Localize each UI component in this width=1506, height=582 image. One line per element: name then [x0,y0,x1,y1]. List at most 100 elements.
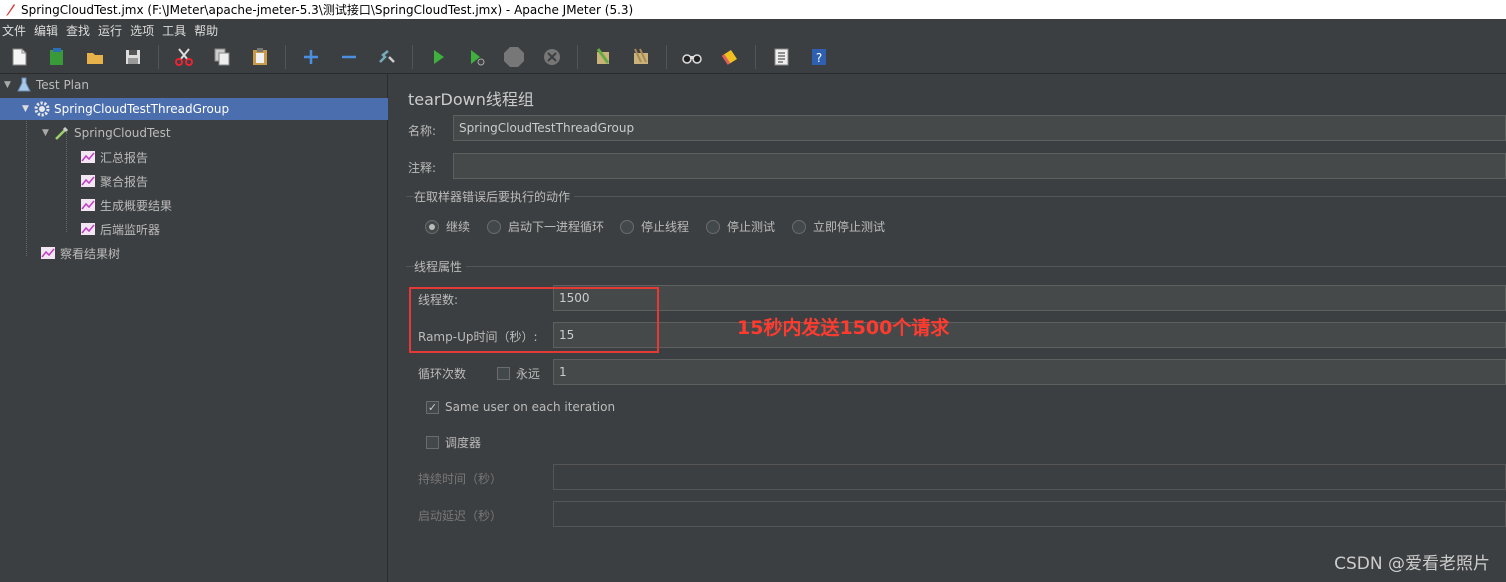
tree-label: 后端监听器 [100,222,161,237]
group-divider [406,266,1506,267]
collapse-icon[interactable] [336,44,362,70]
same-user-checkbox[interactable]: ✓ Same user on each iteration [426,400,615,414]
page-title: tearDown线程组 [408,90,534,109]
expand-toggle-icon[interactable]: ▼ [4,80,16,90]
stop-icon[interactable] [501,44,527,70]
rampup-field[interactable]: 15 [553,322,1506,348]
toolbar-separator [755,45,756,69]
new-icon[interactable] [6,44,32,70]
start-icon[interactable] [425,44,451,70]
chart-icon [41,247,55,259]
menu-search[interactable]: 查找 [66,22,90,39]
tree-node-listener[interactable]: 汇总报告 [80,146,148,168]
tree-label: 聚合报告 [100,174,149,189]
templates-icon[interactable] [44,44,70,70]
toolbar: ? [0,41,1506,74]
duration-field[interactable] [553,464,1506,490]
cut-icon[interactable] [171,44,197,70]
function-helper-icon[interactable] [768,44,794,70]
chart-icon [81,151,95,163]
window-titlebar: SpringCloudTest.jmx (F:\JMeter\apache-jm… [0,0,1506,19]
menu-help[interactable]: 帮助 [194,22,218,39]
toggle-icon[interactable] [374,44,400,70]
tree-label: 察看结果树 [60,246,121,261]
tree-node-listener[interactable]: 后端监听器 [80,218,160,240]
error-action-group-title: 在取样器错误后要执行的动作 [414,188,575,205]
flask-icon [17,77,31,92]
start-no-pause-icon[interactable] [463,44,489,70]
name-label: 名称: [408,124,437,138]
clear-all-icon[interactable] [628,44,654,70]
tree-node-listener[interactable]: 聚合报告 [80,170,148,192]
tree-label: 汇总报告 [100,150,149,165]
tree-label: 生成概要结果 [100,198,173,213]
radio-stop-test[interactable]: 停止测试 [706,218,775,235]
radio-start-next-loop[interactable]: 启动下一进程循环 [487,218,604,235]
tree-node-sampler[interactable]: ▼ SpringCloudTest [42,122,171,144]
expand-icon[interactable] [298,44,324,70]
tree-label: SpringCloudTest [74,126,171,140]
window-title: SpringCloudTest.jmx (F:\JMeter\apache-jm… [21,3,634,17]
menu-run[interactable]: 运行 [98,22,122,39]
radio-stop-test-now[interactable]: 立即停止测试 [792,218,885,235]
tree-node-listener[interactable]: 生成概要结果 [80,194,172,216]
toolbar-separator [666,45,667,69]
checkbox-indicator: ✓ [426,400,439,414]
forever-checkbox[interactable]: 永远 [497,365,540,382]
radio-label: 立即停止测试 [813,220,886,234]
tree-node-test-plan[interactable]: ▼ Test Plan [4,74,89,96]
comment-label: 注释: [408,161,437,175]
search-icon[interactable] [679,44,705,70]
expand-toggle-icon[interactable]: ▼ [42,128,54,138]
checkbox-label: 永远 [516,367,541,381]
checkbox-label: Same user on each iteration [445,400,616,414]
tree-guide-line [26,108,27,256]
radio-continue[interactable]: 继续 [425,218,470,235]
duration-label: 持续时间（秒） [418,472,503,486]
menu-bar: 文件 编辑 查找 运行 选项 工具 帮助 [0,19,1506,41]
save-icon[interactable] [120,44,146,70]
paste-icon[interactable] [247,44,273,70]
name-field[interactable]: SpringCloudTestThreadGroup [453,115,1506,141]
menu-tools[interactable]: 工具 [162,22,186,39]
loop-label: 循环次数 [418,367,467,381]
open-icon[interactable] [82,44,108,70]
annotation-highlight-box [409,287,659,353]
delay-label: 启动延迟（秒） [418,509,503,523]
radio-indicator [425,219,439,234]
delay-field[interactable] [553,501,1506,527]
menu-edit[interactable]: 编辑 [34,22,58,39]
chart-icon [81,223,95,235]
tree-node-thread-group[interactable]: ▼ SpringCloudTestThreadGroup [0,98,388,120]
shutdown-icon[interactable] [539,44,565,70]
toolbar-separator [285,45,286,69]
radio-indicator [792,219,806,234]
tree-node-result-tree[interactable]: 察看结果树 [40,242,120,264]
radio-label: 继续 [446,220,471,234]
scheduler-checkbox[interactable]: 调度器 [426,434,481,451]
expand-toggle-icon[interactable]: ▼ [22,104,34,114]
checkbox-indicator [497,367,510,380]
help-icon[interactable]: ? [806,44,832,70]
jmeter-feather-icon [6,3,15,16]
pipette-icon [55,126,69,140]
radio-indicator [620,219,634,234]
copy-icon[interactable] [209,44,235,70]
toolbar-separator [412,45,413,69]
radio-label: 停止测试 [727,220,776,234]
tree-guide-line [66,132,67,232]
loop-count-field[interactable]: 1 [553,359,1506,385]
radio-indicator [487,219,501,234]
radio-stop-thread[interactable]: 停止线程 [620,218,689,235]
menu-file[interactable]: 文件 [2,22,26,39]
comment-field[interactable] [453,153,1506,179]
clear-icon[interactable] [590,44,616,70]
menu-options[interactable]: 选项 [130,22,154,39]
reset-search-icon[interactable] [717,44,743,70]
radio-label: 启动下一进程循环 [508,220,605,234]
chart-icon [81,175,95,187]
threads-field[interactable]: 1500 [553,285,1506,311]
toolbar-separator [158,45,159,69]
checkbox-indicator [426,436,439,449]
gear-icon [34,101,50,117]
